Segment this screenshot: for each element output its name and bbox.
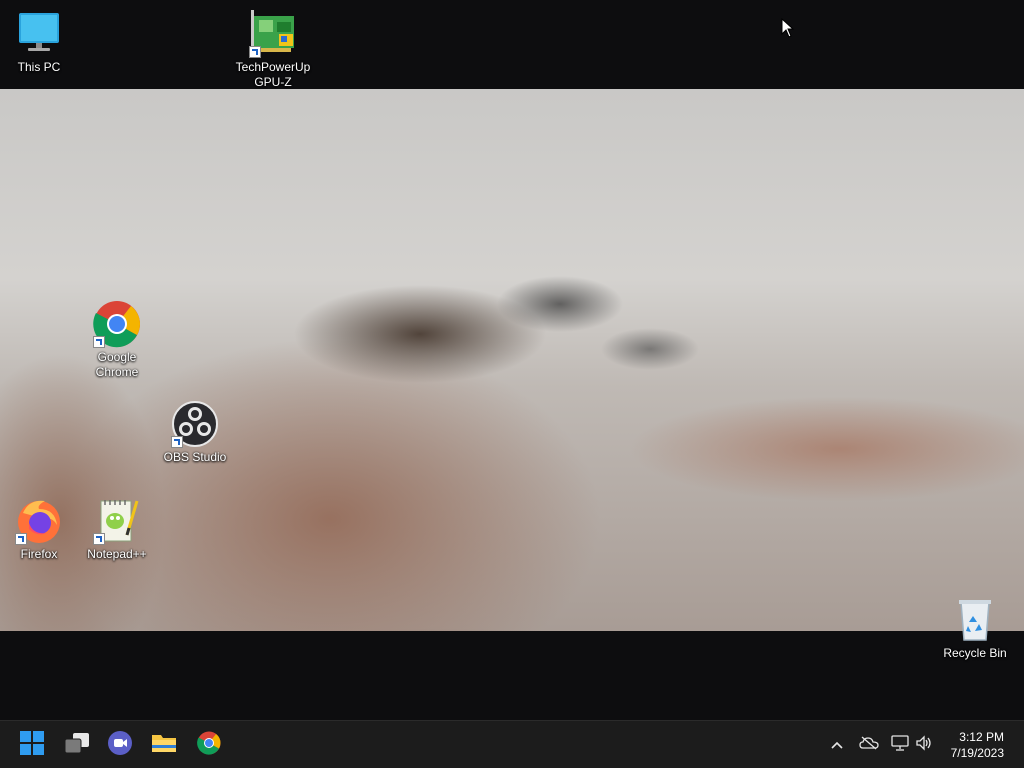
desktop-icon-this-pc[interactable]: This PC [0,10,79,75]
shortcut-arrow-icon [15,533,27,545]
onedrive-tray-button[interactable] [858,733,880,755]
shortcut-arrow-icon [171,436,183,448]
task-view-button[interactable] [59,727,95,763]
desktop-icon-label: Firefox [20,547,58,561]
task-view-icon [64,732,90,759]
notepad-plus-plus-icon [93,497,141,545]
chrome-taskbar-button[interactable] [191,727,227,763]
desktop-icon-label: Recycle Bin [943,646,1007,660]
shortcut-arrow-icon [93,336,105,348]
desktop-icon-obs-studio[interactable]: OBS Studio [155,400,235,465]
chrome-icon [93,300,141,348]
network-icon [891,734,909,754]
desktop-icon-gpu-z[interactable]: TechPowerUp GPU-Z [233,10,313,90]
desktop-icon-google-chrome[interactable]: Google Chrome [77,300,157,380]
monitor-icon [15,10,63,58]
clock-time: 3:12 PM [959,730,1004,744]
chat-button[interactable] [102,727,138,763]
desktop-icon-recycle-bin[interactable]: Recycle Bin [935,596,1015,661]
mouse-cursor-icon [781,17,795,43]
windows-logo-icon [20,730,44,760]
file-explorer-button[interactable] [146,727,182,763]
clock-button[interactable]: 3:12 PM 7/19/2023 [951,729,1004,761]
shortcut-arrow-icon [93,533,105,545]
network-tray-button[interactable] [889,733,911,755]
chat-icon [107,730,133,761]
volume-icon [915,734,933,754]
firefox-icon [15,497,63,545]
onedrive-icon [859,736,879,753]
folder-icon [151,732,177,759]
volume-tray-button[interactable] [913,733,935,755]
recycle-bin-icon [951,596,999,644]
desktop-icon-label: This PC [17,60,61,74]
desktop-icon-label: OBS Studio [163,450,227,464]
desktop-icon-firefox[interactable]: Firefox [0,497,79,562]
obs-icon [171,400,219,448]
clock-date: 7/19/2023 [950,746,1004,760]
gpu-z-icon [249,10,297,58]
show-hidden-icons-button[interactable] [826,733,848,755]
start-button[interactable] [14,727,50,763]
taskbar: 3:12 PM 7/19/2023 [0,720,1024,768]
desktop-icon-label: TechPowerUp GPU-Z [235,60,311,89]
desktop-icon-label: Notepad++ [87,547,147,561]
chrome-icon [197,731,221,760]
desktop-icon-label: Google Chrome [95,350,139,379]
desktop-icon-notepad-plus-plus[interactable]: Notepad++ [77,497,157,562]
chevron-up-icon [831,736,843,752]
shortcut-arrow-icon [249,46,261,58]
